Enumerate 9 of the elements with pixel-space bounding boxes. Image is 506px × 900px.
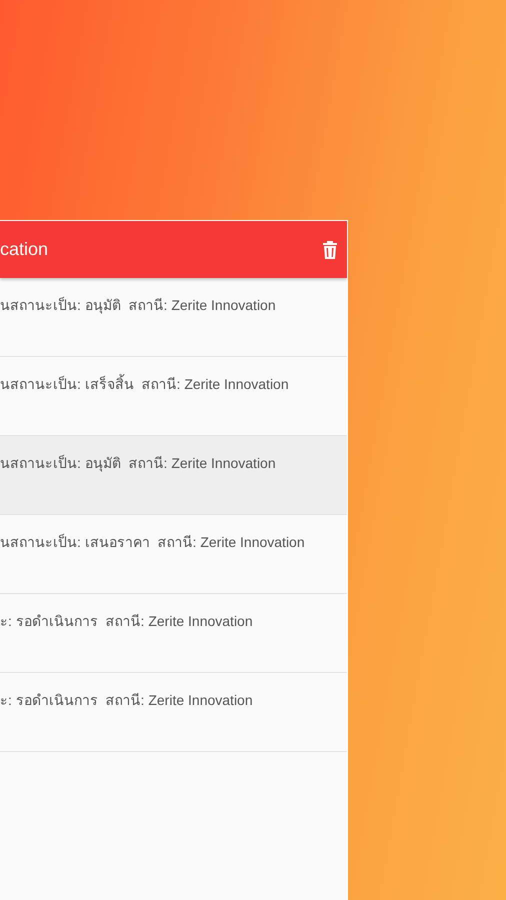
notification-text: นสถานะเป็น: เสนอราคา สถานี: Zerite Innovation [0,532,306,552]
notification-text: ะ: รอดำเนินการ สถานี: Zerite Innovation [0,612,254,631]
notification-text: นสถานะเป็น: เสร็จสิ้น สถานี: Zerite Innovation [0,373,290,394]
notification-text: นสถานะเป็น: อนุมัติ สถานี: Zerite Innovation [0,454,277,474]
notification-text: นสถานะเป็น: อนุมัติ สถานี: Zerite Innovation [0,296,277,316]
panel-title: cation [0,239,48,260]
notification-item[interactable]: นสถานะเป็น: อนุมัติ สถานี: Zerite Innovation [0,436,347,515]
notification-text: ะ: รอดำเนินการ สถานี: Zerite Innovation [0,691,254,710]
delete-icon[interactable] [323,240,337,258]
